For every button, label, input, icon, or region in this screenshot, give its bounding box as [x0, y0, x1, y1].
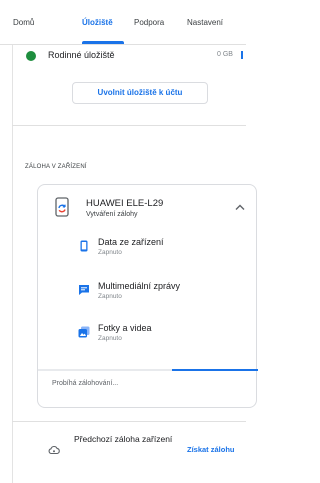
divider: [12, 125, 246, 126]
active-tab-indicator: [82, 41, 124, 44]
backup-item-device-data[interactable]: Data ze zařízení Zapnuto: [78, 237, 258, 261]
previous-backup-label: Předchozí záloha zařízení: [74, 434, 173, 444]
tab-home[interactable]: Domů: [13, 18, 34, 27]
backup-item-status: Zapnuto: [98, 335, 122, 342]
phone-icon: [80, 240, 88, 252]
family-storage-color-dot: [26, 51, 36, 61]
backup-progress-fill: [172, 369, 258, 371]
device-name: HUAWEI ELE-L29: [86, 198, 164, 209]
photos-icon: [78, 326, 90, 338]
message-icon: [79, 285, 89, 295]
backup-progress-bar: [38, 369, 258, 371]
tab-support[interactable]: Podpora: [134, 18, 164, 27]
backup-item-title: Data ze zařízení: [98, 237, 164, 247]
backup-item-title: Fotky a videa: [98, 323, 152, 333]
top-navigation: Domů Úložiště Podpora Nastavení: [0, 0, 246, 45]
family-storage-size: 0 GB: [217, 51, 233, 58]
tab-settings[interactable]: Nastavení: [187, 18, 223, 27]
family-storage-label: Rodinné úložiště: [48, 50, 115, 60]
cloud-backup-icon: [48, 445, 60, 455]
backup-item-mms[interactable]: Multimediální zprávy Zapnuto: [78, 281, 258, 305]
left-edge-rule: [12, 0, 13, 483]
backup-item-photos[interactable]: Fotky a videa Zapnuto: [78, 323, 258, 347]
storage-bar-edge: [241, 51, 243, 59]
backup-phone-icon: [55, 197, 69, 217]
backup-item-status: Zapnuto: [98, 293, 122, 300]
device-backup-heading: ZÁLOHA V ZAŘÍZENÍ: [25, 164, 87, 170]
backup-item-title: Multimediální zprávy: [98, 281, 181, 291]
backup-item-status: Zapnuto: [98, 249, 122, 256]
free-up-storage-button[interactable]: Uvolnit úložiště k účtu: [72, 82, 208, 104]
chevron-up-icon[interactable]: [235, 203, 245, 211]
backup-progress-text: Probíhá zálohování...: [52, 380, 119, 387]
device-backup-card: HUAWEI ELE-L29 Vytváření zálohy Data ze …: [37, 184, 258, 408]
get-backup-button[interactable]: Získat zálohu: [187, 445, 235, 454]
divider: [12, 421, 246, 422]
tab-storage[interactable]: Úložiště: [82, 18, 113, 27]
device-backup-status: Vytváření zálohy: [86, 211, 138, 218]
family-storage-row: Rodinné úložiště 0 GB: [26, 48, 246, 66]
